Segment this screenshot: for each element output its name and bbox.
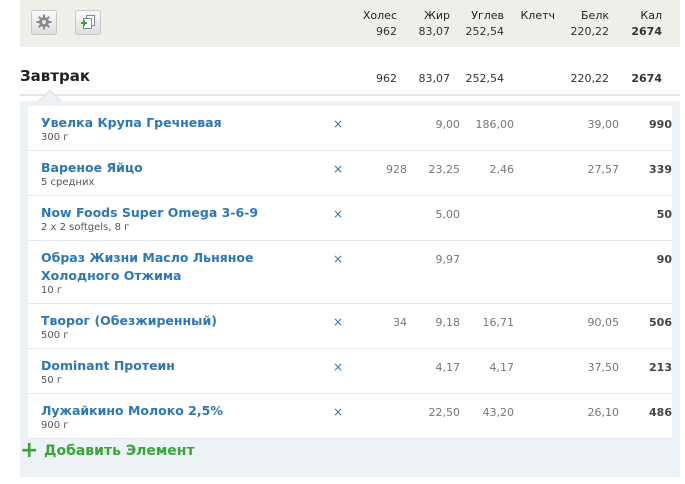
- header-carbs: Углев: [471, 9, 504, 22]
- gear-icon: [36, 14, 52, 30]
- total-fat: 83,07: [418, 25, 451, 38]
- meal-divider: [20, 94, 680, 96]
- item-portion: 5 средних: [41, 177, 95, 188]
- item-calories: 506: [649, 316, 672, 329]
- plus-icon: +: [20, 438, 39, 463]
- totals-bar: Холес Жир Углев Клетч Белк Кал 962 83,07…: [20, 0, 680, 47]
- panel-pointer-inner: [40, 92, 60, 102]
- item-portion: 900 г: [41, 420, 69, 431]
- item-portion: 2 x 2 softgels, 8 г: [41, 222, 130, 233]
- item-calories: 50: [656, 208, 672, 221]
- list-item: Творог (Обезжиренный) 500 г × 34 9,18 16,71 90…: [28, 304, 672, 349]
- item-calories: 990: [649, 118, 672, 131]
- item-portion: 10 г: [41, 285, 63, 296]
- meal-calories: 2674: [631, 72, 662, 85]
- total-carbs: 252,54: [465, 25, 505, 38]
- item-calories: 486: [649, 406, 672, 419]
- header-fiber: Клетч: [520, 9, 555, 22]
- list-item: Увелка Крупа Гречневая 300 г × 9,00 186,00 39…: [28, 106, 672, 151]
- list-item: Вареное Яйцо 5 средних × 928 23,25 2,46 27,57 3…: [28, 151, 672, 196]
- total-protein: 220,22: [570, 25, 610, 38]
- meal-items-panel: Увелка Крупа Гречневая 300 г × 9,00 186,00 39…: [20, 101, 680, 477]
- item-calories: 90: [656, 253, 672, 266]
- list-item: Now Foods Super Omega 3-6-9 2 x 2 softgel…: [28, 196, 672, 241]
- copy-add-icon: [81, 15, 95, 29]
- item-calories: 213: [649, 361, 672, 374]
- meal-items-list: Увелка Крупа Гречневая 300 г × 9,00 186,00 39…: [28, 106, 672, 439]
- list-item: Dominant Протеин 50 г × 4,17 4,17 37,50 213: [28, 349, 672, 394]
- total-cholesterol: 962: [376, 25, 397, 38]
- header-calories: Кал: [640, 9, 662, 22]
- item-calories: 339: [649, 163, 672, 176]
- list-item: Образ Жизни Масло Льняное Холодного Отжи…: [28, 241, 672, 304]
- copy-add-button[interactable]: [75, 10, 101, 35]
- item-portion: 300 г: [41, 132, 69, 143]
- header-cholesterol: Холес: [362, 9, 397, 22]
- header-fat: Жир: [424, 9, 450, 22]
- list-item: Лужайкино Молоко 2,5% 900 г × 22,50 43,20 26,…: [28, 394, 672, 439]
- header-protein: Белк: [581, 9, 609, 22]
- total-calories: 2674: [631, 25, 662, 38]
- settings-button[interactable]: [31, 10, 57, 35]
- item-portion: 500 г: [41, 330, 69, 341]
- add-item-label: Добавить Элемент: [44, 443, 195, 459]
- item-portion: 50 г: [41, 375, 63, 386]
